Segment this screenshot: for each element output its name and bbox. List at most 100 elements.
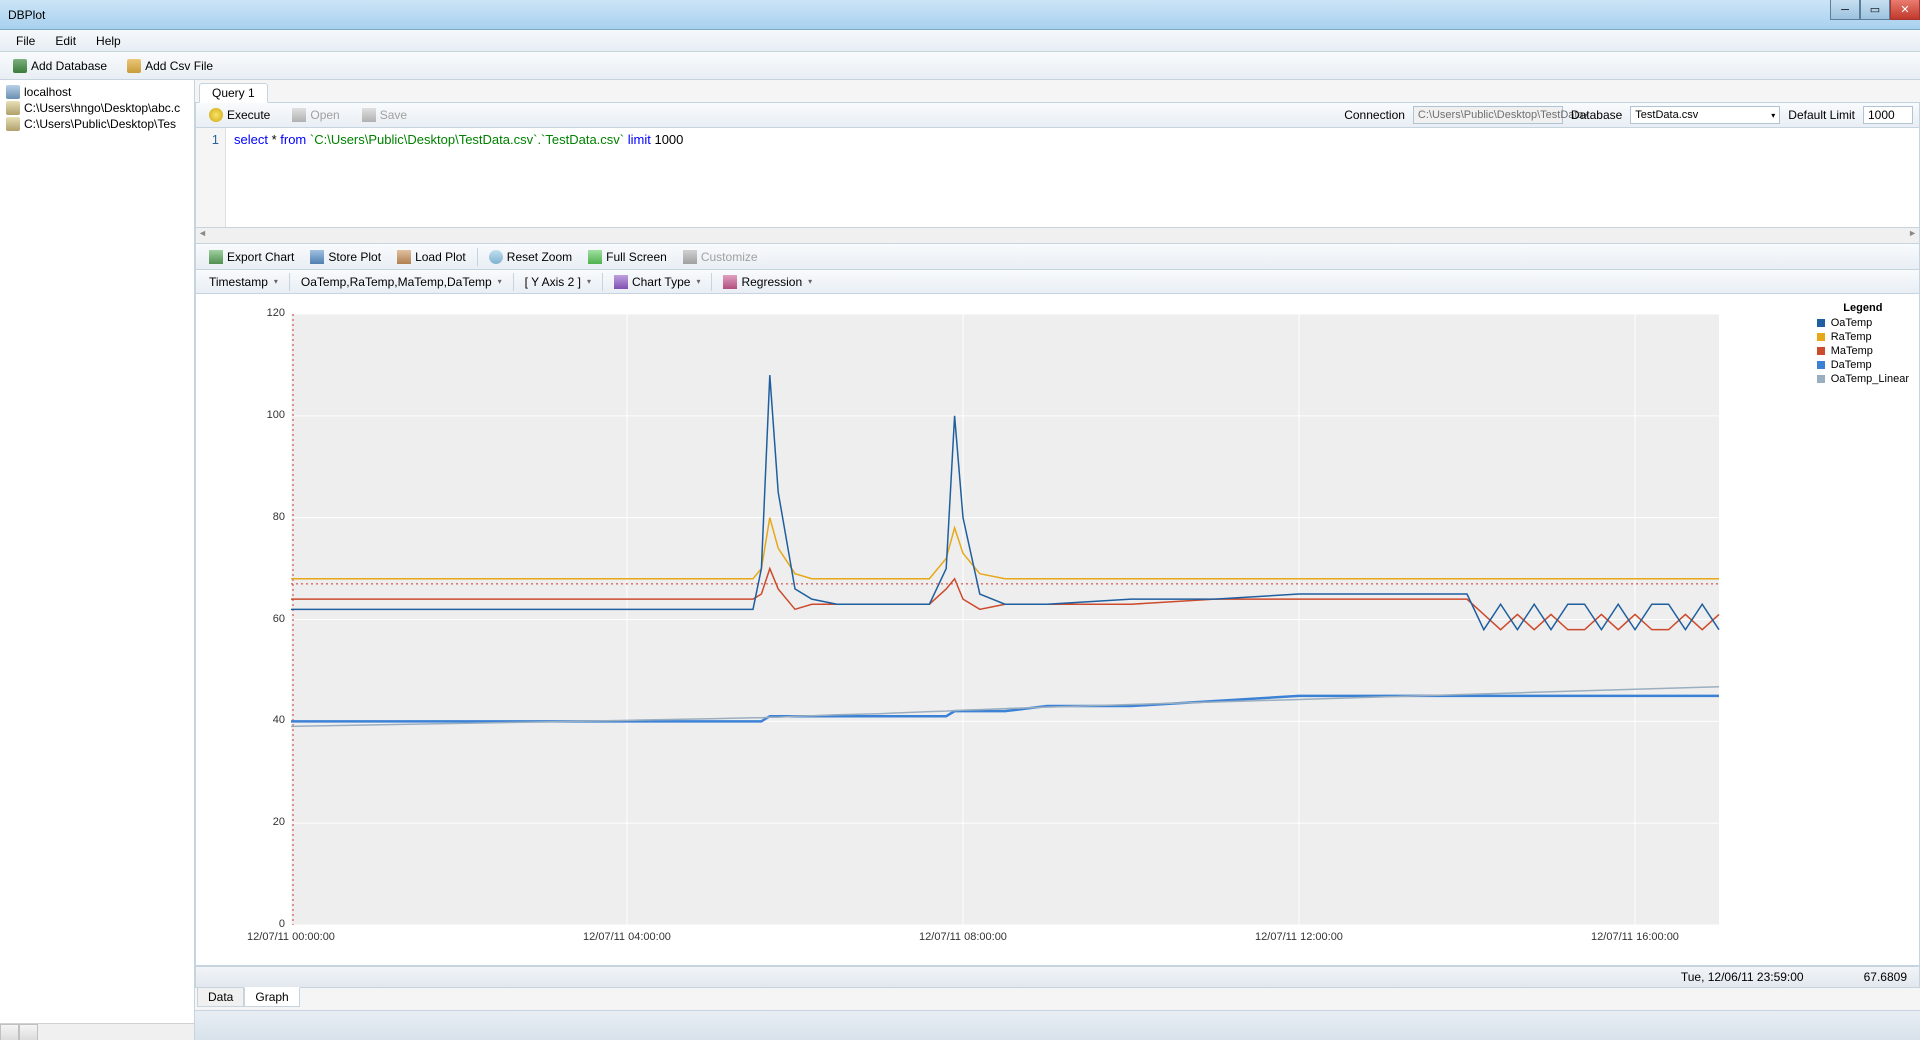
file-icon bbox=[6, 117, 20, 131]
chart-type-icon bbox=[614, 275, 628, 289]
regression-icon bbox=[723, 275, 737, 289]
add-database-button[interactable]: Add Database bbox=[6, 56, 114, 76]
sql-editor[interactable]: 1 select * from `C:\Users\Public\Desktop… bbox=[195, 128, 1920, 228]
execute-icon bbox=[209, 108, 223, 122]
database-icon bbox=[13, 59, 27, 73]
regression-dropdown[interactable]: Regression bbox=[716, 272, 819, 292]
execute-button[interactable]: Execute bbox=[202, 105, 277, 125]
chart-svg bbox=[196, 294, 1919, 965]
server-icon bbox=[6, 85, 20, 99]
save-button[interactable]: Save bbox=[355, 105, 414, 125]
menu-edit[interactable]: Edit bbox=[45, 32, 86, 50]
add-database-label: Add Database bbox=[31, 59, 107, 73]
tree-label: C:\Users\Public\Desktop\Tes bbox=[24, 117, 176, 131]
tab-graph[interactable]: Graph bbox=[244, 987, 299, 1007]
legend-swatch bbox=[1817, 333, 1825, 341]
y-tick-label: 80 bbox=[255, 511, 285, 523]
xaxis-dropdown[interactable]: Timestamp bbox=[202, 272, 285, 292]
tree-item-server[interactable]: localhost bbox=[4, 84, 190, 100]
save-icon bbox=[362, 108, 376, 122]
tab-query1[interactable]: Query 1 bbox=[199, 83, 268, 103]
chart-status: Tue, 12/06/11 23:59:00 67.6809 bbox=[195, 966, 1920, 988]
y-tick-label: 120 bbox=[255, 307, 285, 319]
reset-zoom-button[interactable]: Reset Zoom bbox=[482, 247, 579, 267]
zoom-icon bbox=[489, 250, 503, 264]
query-tabstrip: Query 1 bbox=[195, 80, 1920, 102]
legend-label: DaTemp bbox=[1831, 358, 1872, 372]
legend-swatch bbox=[1817, 319, 1825, 327]
query-toolbar: Execute Open Save Connection C:\Users\Pu… bbox=[195, 102, 1920, 128]
legend: Legend OaTempRaTempMaTempDaTempOaTemp_Li… bbox=[1817, 302, 1909, 386]
load-icon bbox=[397, 250, 411, 264]
yaxis-dropdown[interactable]: OaTemp,RaTemp,MaTemp,DaTemp bbox=[294, 272, 509, 292]
window-controls: ─ ▭ ✕ bbox=[1830, 0, 1920, 20]
y-tick-label: 40 bbox=[255, 714, 285, 726]
connection-label: Connection bbox=[1344, 108, 1405, 122]
x-tick-label: 12/07/11 00:00:00 bbox=[236, 931, 346, 943]
limit-input[interactable] bbox=[1863, 106, 1913, 124]
legend-swatch bbox=[1817, 361, 1825, 369]
y-tick-label: 20 bbox=[255, 816, 285, 828]
legend-item: OaTemp_Linear bbox=[1817, 372, 1909, 386]
legend-swatch bbox=[1817, 375, 1825, 383]
legend-item: RaTemp bbox=[1817, 330, 1909, 344]
menubar: File Edit Help bbox=[0, 30, 1920, 52]
tree-item-file[interactable]: C:\Users\hngo\Desktop\abc.c bbox=[4, 100, 190, 116]
minimize-button[interactable]: ─ bbox=[1830, 0, 1860, 20]
content-area: Query 1 Execute Open Save Connection C:\… bbox=[195, 80, 1920, 1040]
database-label: Database bbox=[1571, 108, 1622, 122]
legend-item: DaTemp bbox=[1817, 358, 1909, 372]
open-icon bbox=[292, 108, 306, 122]
titlebar: DBPlot ─ ▭ ✕ bbox=[0, 0, 1920, 30]
menu-file[interactable]: File bbox=[6, 32, 45, 50]
execute-label: Execute bbox=[227, 108, 270, 122]
database-select[interactable]: TestData.csv▾ bbox=[1630, 106, 1780, 124]
yaxis2-dropdown[interactable]: [ Y Axis 2 ] bbox=[518, 272, 598, 292]
connection-select[interactable]: C:\Users\Public\Desktop\TestData▾ bbox=[1413, 106, 1563, 124]
chart-area[interactable]: Legend OaTempRaTempMaTempDaTempOaTemp_Li… bbox=[195, 294, 1920, 966]
add-csv-label: Add Csv File bbox=[145, 59, 213, 73]
load-plot-button[interactable]: Load Plot bbox=[390, 247, 473, 267]
y-tick-label: 60 bbox=[255, 613, 285, 625]
editor-code[interactable]: select * from `C:\Users\Public\Desktop\T… bbox=[226, 128, 691, 227]
sidebar: localhost C:\Users\hngo\Desktop\abc.c C:… bbox=[0, 80, 195, 1040]
close-button[interactable]: ✕ bbox=[1890, 0, 1920, 20]
limit-label: Default Limit bbox=[1788, 108, 1855, 122]
footer bbox=[195, 1010, 1920, 1040]
csv-icon bbox=[127, 59, 141, 73]
legend-title: Legend bbox=[1817, 302, 1909, 314]
legend-item: OaTemp bbox=[1817, 316, 1909, 330]
menu-help[interactable]: Help bbox=[86, 32, 131, 50]
tab-data[interactable]: Data bbox=[197, 988, 244, 1007]
legend-item: MaTemp bbox=[1817, 344, 1909, 358]
fullscreen-icon bbox=[588, 250, 602, 264]
legend-label: OaTemp bbox=[1831, 316, 1873, 330]
full-screen-button[interactable]: Full Screen bbox=[581, 247, 674, 267]
open-label: Open bbox=[310, 108, 339, 122]
y-tick-label: 0 bbox=[255, 918, 285, 930]
bottom-tabstrip: Data Graph bbox=[195, 988, 1920, 1010]
chart-type-dropdown[interactable]: Chart Type bbox=[607, 272, 708, 292]
tree-item-file[interactable]: C:\Users\Public\Desktop\Tes bbox=[4, 116, 190, 132]
file-icon bbox=[6, 101, 20, 115]
tree-label: C:\Users\hngo\Desktop\abc.c bbox=[24, 101, 180, 115]
chart-toolbar: Export Chart Store Plot Load Plot Reset … bbox=[195, 244, 1920, 270]
open-button[interactable]: Open bbox=[285, 105, 346, 125]
main-toolbar: Add Database Add Csv File bbox=[0, 52, 1920, 80]
status-value: 67.6809 bbox=[1864, 970, 1907, 984]
legend-label: MaTemp bbox=[1831, 344, 1873, 358]
maximize-button[interactable]: ▭ bbox=[1860, 0, 1890, 20]
store-plot-button[interactable]: Store Plot bbox=[303, 247, 388, 267]
connection-tree: localhost C:\Users\hngo\Desktop\abc.c C:… bbox=[0, 80, 194, 136]
legend-label: OaTemp_Linear bbox=[1831, 372, 1909, 386]
status-time: Tue, 12/06/11 23:59:00 bbox=[1681, 970, 1804, 984]
export-icon bbox=[209, 250, 223, 264]
store-icon bbox=[310, 250, 324, 264]
y-tick-label: 100 bbox=[255, 409, 285, 421]
customize-button[interactable]: Customize bbox=[676, 247, 765, 267]
editor-scrollbar[interactable] bbox=[195, 228, 1920, 244]
tree-label: localhost bbox=[24, 85, 71, 99]
export-chart-button[interactable]: Export Chart bbox=[202, 247, 301, 267]
add-csv-button[interactable]: Add Csv File bbox=[120, 56, 220, 76]
sidebar-scrollbar[interactable] bbox=[0, 1023, 194, 1040]
